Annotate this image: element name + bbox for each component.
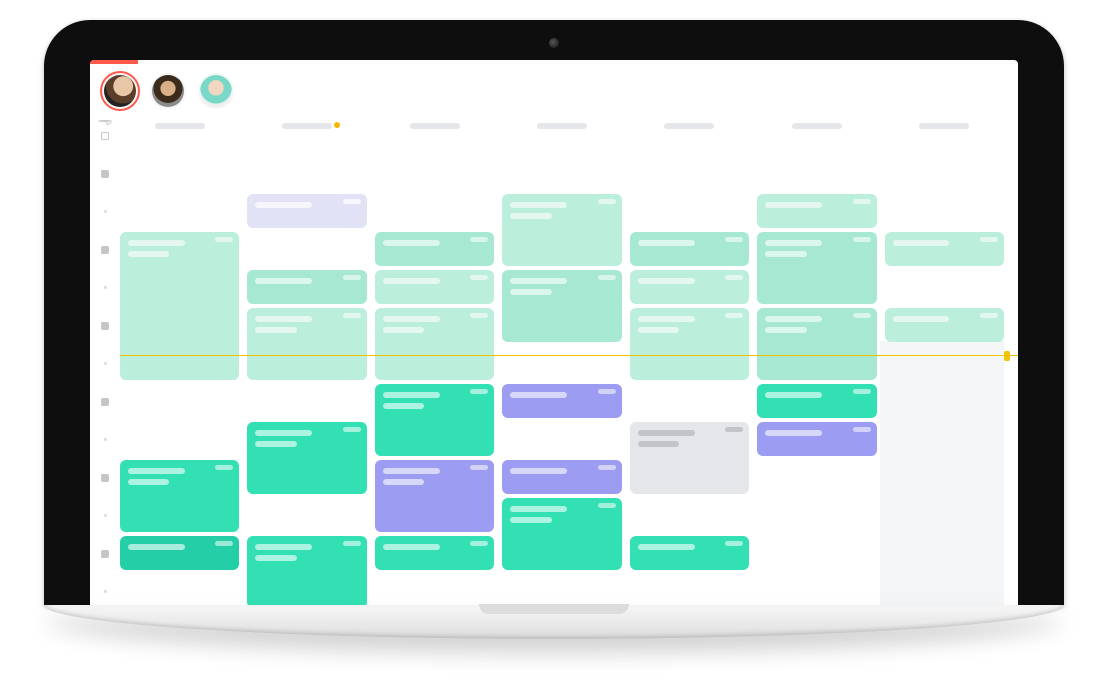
- day-column-header[interactable]: [120, 118, 239, 138]
- hour-mark: [101, 432, 109, 470]
- calendar-event[interactable]: [247, 422, 366, 494]
- calendar-event[interactable]: [375, 308, 494, 380]
- day-column-header[interactable]: [885, 118, 1004, 138]
- hour-mark: [101, 470, 109, 508]
- calendar-event[interactable]: [757, 384, 876, 418]
- day-column-header[interactable]: [502, 118, 621, 138]
- calendar-event[interactable]: [247, 536, 366, 605]
- time-gutter: [90, 118, 120, 605]
- now-indicator: [120, 355, 1018, 356]
- calendar-event[interactable]: [120, 536, 239, 570]
- calendar-event[interactable]: [375, 460, 494, 532]
- calendar-event[interactable]: [502, 498, 621, 570]
- hour-mark: [101, 204, 109, 242]
- calendar-event[interactable]: [502, 194, 621, 266]
- calendar-event[interactable]: [630, 422, 749, 494]
- calendar-event[interactable]: [375, 270, 494, 304]
- calendar-event[interactable]: [885, 232, 1004, 266]
- calendar-event[interactable]: [630, 232, 749, 266]
- hour-mark: [101, 546, 109, 584]
- calendar-event[interactable]: [757, 194, 876, 228]
- calendar-sheet: [90, 118, 1018, 605]
- hour-mark: [101, 356, 109, 394]
- hour-mark: [101, 508, 109, 546]
- laptop-base: [44, 605, 1064, 639]
- hour-mark: [101, 242, 109, 280]
- calendar-event[interactable]: [375, 232, 494, 266]
- calendar-event[interactable]: [375, 536, 494, 570]
- laptop-frame: [44, 20, 1064, 605]
- calendar-event[interactable]: [502, 270, 621, 342]
- hour-mark: [101, 318, 109, 356]
- topbar: [90, 64, 1018, 118]
- day-column-header[interactable]: [757, 118, 876, 138]
- avatar-user-1[interactable]: [104, 75, 136, 107]
- calendar-event[interactable]: [630, 270, 749, 304]
- calendar-event[interactable]: [885, 308, 1004, 342]
- calendar-event[interactable]: [757, 232, 876, 304]
- calendar-event[interactable]: [247, 270, 366, 304]
- calendar-event[interactable]: [757, 308, 876, 380]
- day-column-header[interactable]: [375, 118, 494, 138]
- calendar-grid[interactable]: [120, 118, 1018, 605]
- clock-icon: [98, 120, 112, 122]
- calendar-event[interactable]: [630, 536, 749, 570]
- hour-mark: [101, 280, 109, 318]
- calendar-event[interactable]: [375, 384, 494, 456]
- calendar-event[interactable]: [247, 194, 366, 228]
- day-column-header[interactable]: [247, 118, 366, 138]
- calendar-event[interactable]: [630, 308, 749, 380]
- hour-mark: [101, 128, 109, 166]
- camera-dot: [549, 38, 559, 48]
- laptop-mockup: [44, 20, 1064, 639]
- active-tab-indicator[interactable]: [90, 60, 138, 64]
- calendar-event[interactable]: [502, 384, 621, 418]
- hour-mark: [101, 394, 109, 432]
- hour-mark: [101, 166, 109, 204]
- calendar-event[interactable]: [757, 422, 876, 456]
- calendar-event[interactable]: [502, 460, 621, 494]
- day-column-header[interactable]: [630, 118, 749, 138]
- hour-mark: [101, 584, 109, 605]
- calendar-event[interactable]: [247, 308, 366, 380]
- today-dot: [334, 122, 340, 128]
- avatar-user-3[interactable]: [200, 75, 232, 107]
- calendar-event[interactable]: [120, 232, 239, 380]
- calendar-event[interactable]: [120, 460, 239, 532]
- app-screen: [90, 60, 1018, 605]
- avatar-user-2[interactable]: [152, 75, 184, 107]
